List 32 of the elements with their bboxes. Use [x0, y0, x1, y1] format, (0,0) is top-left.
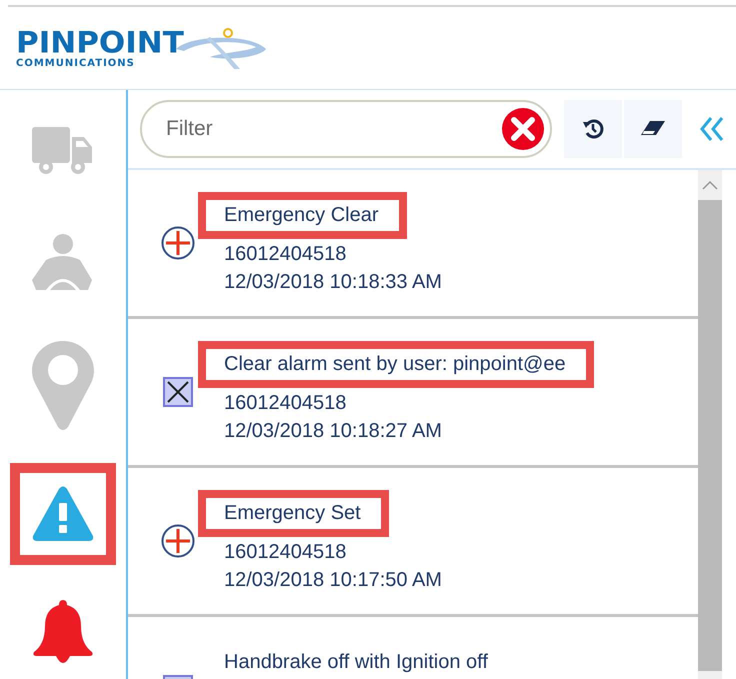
warning-icon	[32, 486, 94, 542]
history-icon	[582, 118, 604, 140]
event-row[interactable]: Clear alarm sent by user: pinpoint@ee 16012404518 12/03/2018 10:18:27 AM	[128, 319, 698, 468]
event-title: Emergency Clear	[224, 204, 379, 226]
double-chevron-left-icon	[700, 116, 724, 142]
event-time: 12/03/2018 10:18:33 AM	[224, 270, 442, 295]
history-button[interactable]	[564, 100, 622, 158]
event-title: Handbrake off with Ignition off	[224, 651, 488, 673]
chevron-up-icon	[702, 180, 718, 190]
logo-tagline: COMMUNICATIONS	[16, 58, 136, 68]
event-time: 12/03/2018 10:18:27 AM	[224, 419, 442, 444]
close-icon	[501, 107, 545, 151]
event-title: Clear alarm sent by user: pinpoint@ee	[224, 353, 566, 375]
eraser-button[interactable]	[624, 100, 682, 158]
event-title: Emergency Set	[224, 502, 361, 524]
location-pin-icon	[32, 341, 94, 432]
sidebar-item[interactable]	[10, 463, 116, 566]
logo-name: PINPOINT	[16, 28, 184, 57]
event-row[interactable]: Emergency Set 16012404518 12/03/2018 10:17:50 AM	[128, 468, 698, 617]
truck-icon	[32, 124, 94, 175]
filter-field[interactable]: Filter	[140, 100, 552, 158]
event-time: 12/03/2018 10:17:50 AM	[224, 568, 442, 593]
event-id: 16012404518	[224, 540, 346, 565]
event-id: 16012404518	[224, 242, 346, 267]
collapse-button[interactable]	[700, 116, 724, 142]
plus-circle-icon	[161, 226, 195, 260]
eraser-icon	[640, 120, 666, 138]
event-id: 16012404518	[224, 391, 346, 416]
clear-filter-button[interactable]	[501, 107, 545, 151]
crossed-box-icon	[163, 377, 193, 407]
event-row[interactable]: Emergency Clear 16012404518 12/03/2018 10:18:33 AM	[128, 170, 698, 319]
plus-circle-icon	[161, 524, 195, 558]
